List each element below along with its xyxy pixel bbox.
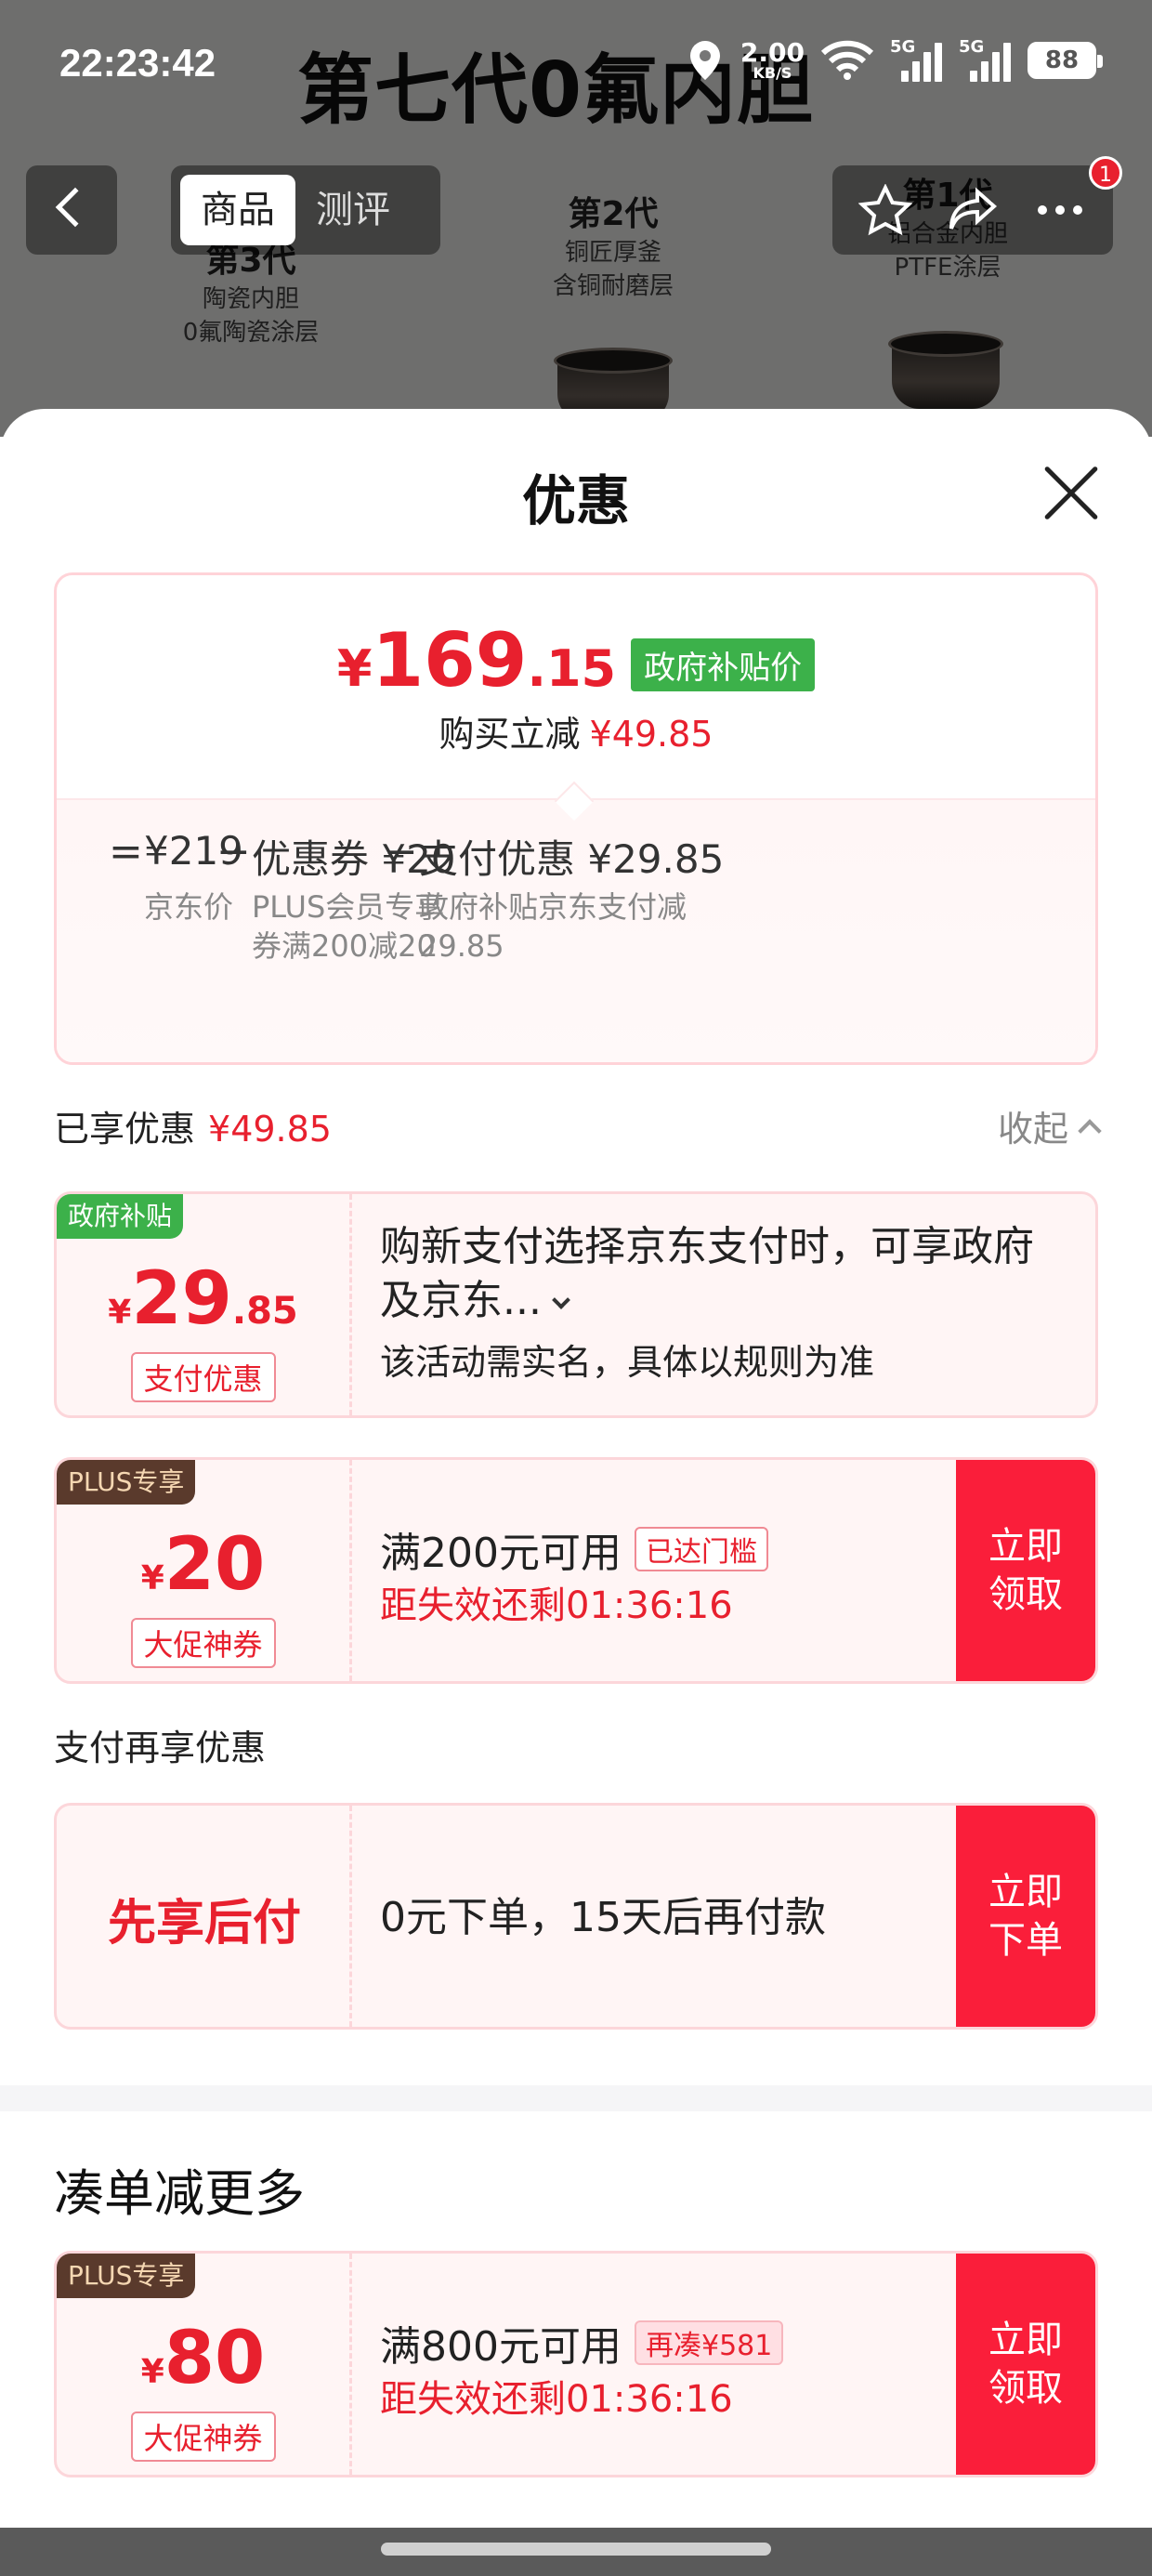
gen-line2: 含铜耐磨层 [552,272,674,300]
share-icon[interactable] [946,184,1000,236]
price-integer: 169 [372,617,528,703]
enjoyed-discount: 已享优惠 ¥49.85 [54,1109,332,1150]
offer-note: 该活动需实名，具体以规则为准 [380,1342,875,1383]
price-breakdown: = ¥219 京东价 − 优惠券 ¥20 PLUS会员专享券满200减20 − … [57,798,1095,1062]
coupon-condition: 满800元可用 再凑¥581 [380,2313,784,2372]
enjoyed-amount: ¥49.85 [208,1109,332,1150]
signal-icon: 5G [959,37,1011,84]
chevron-down-icon [552,1291,570,1309]
offer-description[interactable]: 购新支付选择京东支付时，可享政府及京东... [380,1220,1058,1328]
pay-discount-value: 支付优惠 ¥29.85 [419,836,725,882]
expiry-countdown: 距失效还剩01:36:16 [380,1584,733,1627]
net-speed: 2.00 KB/S [740,37,805,82]
tab-product[interactable]: 商品 [180,175,295,245]
plus-tag: PLUS专享 [57,2254,196,2298]
gen-line2: PTFE涂层 [894,254,1001,282]
wifi-icon [821,40,873,80]
clock: 22:23:42 [59,41,216,85]
chevron-up-icon [1078,1118,1102,1143]
more-icon[interactable] [1033,184,1087,236]
reduce-amount: ¥49.85 [589,714,713,755]
top-actions: 1 [832,156,1122,255]
tab-review[interactable]: 测评 [295,175,411,245]
gov-subsidy-offer-card[interactable]: 政府补贴 ¥29.85 支付优惠 购新支付选择京东支付时，可享政府及京东... … [54,1191,1098,1418]
order-now-button[interactable]: 立即下单 [956,1806,1095,2027]
expiry-countdown: 距失效还剩01:36:16 [380,2378,733,2421]
reduce-line: 购买立减 ¥49.85 [439,714,713,755]
pot-image [888,331,1003,409]
back-button[interactable] [26,165,117,255]
coupon-type: 大促神券 [130,2412,276,2462]
sheet-title: 优惠 [521,469,630,532]
jd-price-label: 京东价 [144,889,234,925]
section-divider [0,2085,1152,2111]
pay-later-desc: 0元下单，15天后再付款 [380,1894,826,1941]
star-icon[interactable] [858,184,912,236]
plus-coupon-card: PLUS专享 ¥80 大促神券 满800元可用 再凑¥581 距失效还剩01:36… [54,2251,1098,2477]
pay-discount-desc: 政府补贴京东支付减29.85 [419,889,687,964]
home-indicator[interactable] [381,2543,771,2556]
gen-line1: 陶瓷内胆 [202,285,299,313]
claim-button[interactable]: 立即领取 [956,1460,1095,1681]
gov-subsidy-tag: 政府补贴 [57,1194,184,1239]
more-section-title: 凑单减更多 [54,2164,305,2223]
status-bar: 22:23:42 2.00 KB/S 5G 5G 88 [0,0,1152,130]
offer-type: 支付优惠 [130,1352,276,1402]
chevron-left-icon [55,187,96,228]
plus-coupon-card: PLUS专享 ¥20 大促神券 满200元可用 已达门槛 距失效还剩01:36:1… [54,1457,1098,1684]
collapse-toggle[interactable]: 收起 [998,1100,1102,1151]
product-gen-3: 第3代 陶瓷内胆 0氟陶瓷涂层 [149,240,353,349]
battery-icon: 88 [1028,42,1103,79]
coupon-amount: ¥20 [140,1523,266,1607]
gen-label: 第2代 [568,195,659,233]
gen-line1: 铜匠厚釜 [564,239,661,267]
coupon-type: 大促神券 [130,1618,276,1668]
price-summary-card: ¥ 169 .15 政府补贴价 购买立减 ¥49.85 = ¥219 京东价 − … [54,572,1098,1065]
final-price: ¥ 169 .15 政府补贴价 [57,624,1095,699]
add-more-tag: 再凑¥581 [634,2320,784,2365]
offer-amount: ¥29.85 [108,1257,298,1341]
minus-sign: − [384,828,418,875]
plus-tag: PLUS专享 [57,1460,196,1505]
price-decimal: .15 [527,639,617,698]
product-gen-2: 第2代 铜匠厚釜 含铜耐磨层 [520,193,706,303]
coupon-amount: ¥80 [140,2317,266,2400]
gov-subsidy-price-tag: 政府补贴价 [631,638,816,691]
location-icon [689,41,720,80]
signal-icon: 5G [890,37,942,84]
pay-later-card: 先享后付 0元下单，15天后再付款 立即下单 [54,1803,1098,2030]
claim-button[interactable]: 立即领取 [956,2254,1095,2475]
pay-later-name: 先享后付 [107,1896,301,1952]
discount-sheet: 优惠 ¥ 169 .15 政府补贴价 购买立减 ¥49.85 = ¥219 京东价… [0,409,1152,2528]
coupon-condition: 满200元可用 已达门槛 [380,1519,768,1579]
notification-badge: 1 [1089,156,1122,190]
equals-sign: = [109,828,143,875]
minus-sign: − [216,828,251,875]
gen-line2: 0氟陶瓷涂层 [182,319,320,347]
product-tabs: 商品 测评 [171,165,440,255]
pay-section-title: 支付再享优惠 [54,1728,267,1768]
threshold-reached-tag: 已达门槛 [634,1527,768,1571]
close-icon[interactable] [1039,461,1104,526]
